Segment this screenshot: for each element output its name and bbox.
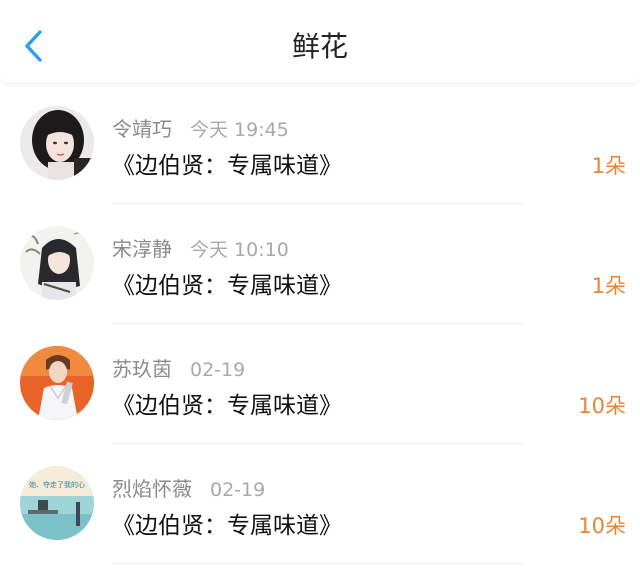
avatar[interactable] [20,226,94,300]
avatar[interactable] [20,106,94,180]
page-title: 鲜花 [291,30,348,63]
flower-count: 1朵 [591,274,626,298]
flower-count: 10朵 [578,514,626,538]
work-title[interactable]: 《边伯贤：专属味道》 [112,146,342,180]
timestamp: 今天 10:10 [190,239,289,261]
sender-name[interactable]: 烈焰怀薇 [112,473,192,502]
sender-name[interactable]: 苏玖茵 [112,353,172,382]
avatar-caption: 她、夺走了我的心 [29,480,85,489]
timestamp: 今天 19:45 [190,119,289,141]
sender-name[interactable]: 宋淳静 [112,233,172,262]
flower-count: 1朵 [591,154,626,178]
top-bar: 鲜花 [0,0,640,84]
flower-count: 10朵 [578,394,626,418]
timestamp: 02-19 [190,359,246,381]
work-title[interactable]: 《边伯贤：专属味道》 [112,266,342,300]
avatar[interactable]: 她、夺走了我的心 [20,466,94,540]
item-meta: 宋淳静 今天 10:10 [112,233,289,262]
list-item[interactable]: 令靖巧 今天 19:45 《边伯贤：专属味道》 1朵 [0,88,640,208]
divider [112,203,522,204]
timestamp: 02-19 [210,479,266,501]
list-item[interactable]: 宋淳静 今天 10:10 《边伯贤：专属味道》 1朵 [0,208,640,328]
flower-list: 令靖巧 今天 19:45 《边伯贤：专属味道》 1朵 宋淳静 今天 10:10 … [0,88,640,568]
item-meta: 烈焰怀薇 02-19 [112,473,266,502]
item-meta: 令靖巧 今天 19:45 [112,113,289,142]
item-meta: 苏玖茵 02-19 [112,353,246,382]
divider [112,323,522,324]
list-item[interactable]: 她、夺走了我的心 烈焰怀薇 02-19 《边伯贤：专属味道》 10朵 [0,448,640,568]
divider [112,563,522,564]
work-title[interactable]: 《边伯贤：专属味道》 [112,386,342,420]
avatar[interactable] [20,346,94,420]
work-title[interactable]: 《边伯贤：专属味道》 [112,506,342,540]
divider [112,443,522,444]
sender-name[interactable]: 令靖巧 [112,113,172,142]
list-item[interactable]: 苏玖茵 02-19 《边伯贤：专属味道》 10朵 [0,328,640,448]
